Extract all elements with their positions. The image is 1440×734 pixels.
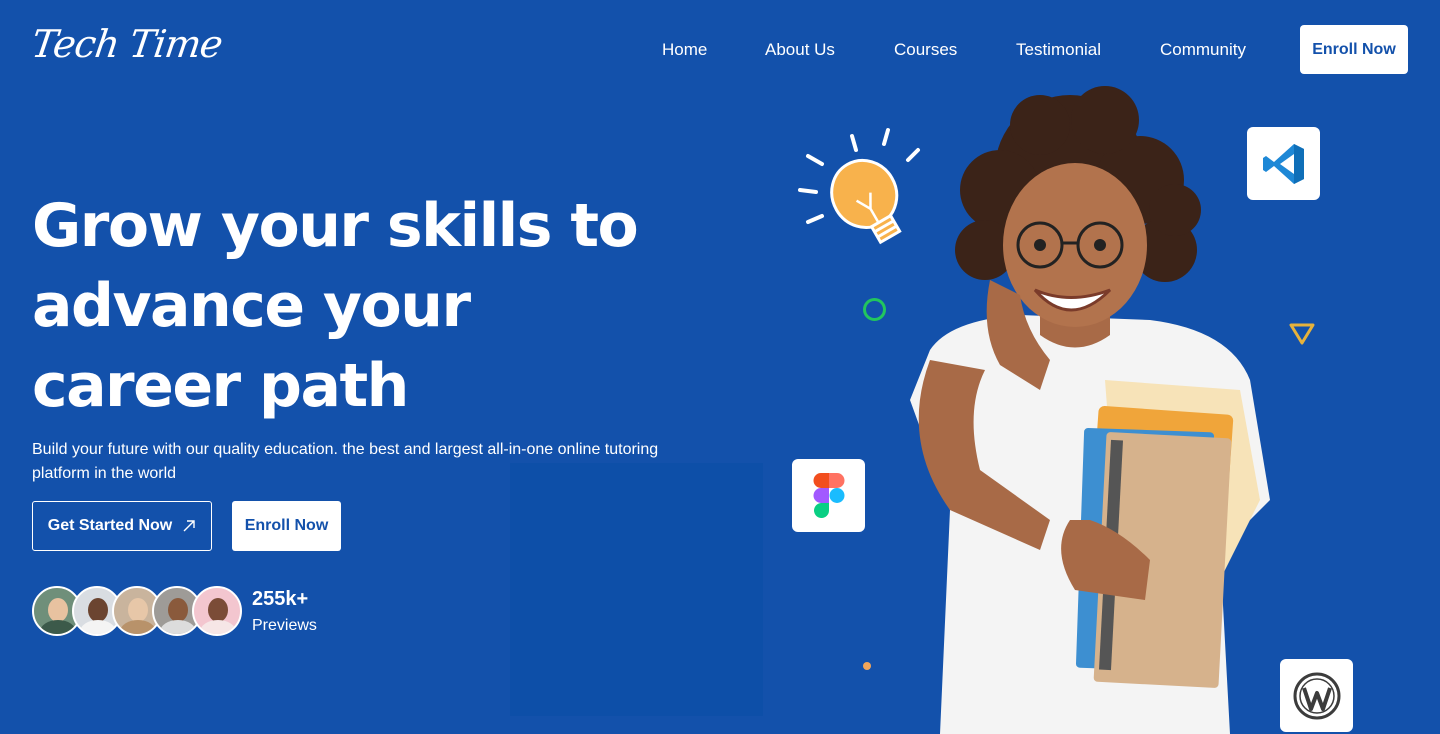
nav-item-community[interactable]: Community: [1160, 40, 1246, 60]
vscode-icon: [1262, 143, 1304, 184]
previews-label: Previews: [252, 617, 317, 634]
avatar: [192, 586, 242, 636]
decorative-block: [510, 463, 763, 716]
wordpress-icon: [1293, 672, 1340, 719]
wordpress-tile: [1280, 659, 1353, 732]
nav-item-about-us[interactable]: About Us: [765, 40, 835, 60]
hero-page: Tech Time Home About Us Courses Testimon…: [0, 0, 1440, 734]
get-started-label: Get Started Now: [47, 517, 173, 534]
nav-enroll-button[interactable]: Enroll Now: [1300, 25, 1408, 74]
get-started-button[interactable]: Get Started Now: [32, 501, 212, 551]
previews-count: 255k+: [252, 588, 309, 610]
nav-item-home[interactable]: Home: [662, 40, 707, 60]
dot-icon: [863, 662, 871, 670]
nav-item-courses[interactable]: Courses: [894, 40, 957, 60]
brand-logo[interactable]: Tech Time: [29, 22, 225, 66]
hero-title: Grow your skills to advance your career …: [32, 191, 639, 421]
circle-ring-icon: [863, 298, 886, 321]
figma-icon: [813, 472, 844, 518]
avatar-group: [32, 586, 252, 636]
arrow-up-right-icon: [183, 520, 195, 532]
vscode-tile: [1247, 127, 1320, 200]
hero-enroll-button[interactable]: Enroll Now: [232, 501, 341, 551]
nav-item-testimonial[interactable]: Testimonial: [1016, 40, 1101, 60]
figma-tile: [792, 459, 865, 532]
